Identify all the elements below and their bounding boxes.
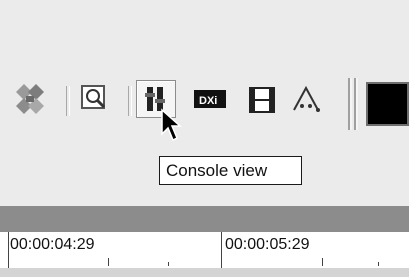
- ruler-major-tick: [8, 232, 9, 268]
- timeline-ruler[interactable]: 00:00:04:29 00:00:05:29: [0, 232, 409, 268]
- ruler-minor-tick: [108, 258, 109, 266]
- svg-text:DXi: DXi: [199, 95, 217, 107]
- ruler-minor-tick: [322, 258, 323, 266]
- triangle-envelope-icon[interactable]: [290, 80, 326, 118]
- film-icon[interactable]: [246, 80, 280, 118]
- zoom-icon[interactable]: [76, 80, 118, 118]
- tooltip-text: Console view: [166, 161, 268, 180]
- bottom-strip: [0, 268, 409, 277]
- effects-icon[interactable]: [12, 80, 54, 118]
- dxi-icon[interactable]: DXi: [190, 80, 232, 118]
- ruler-minor-tick: [378, 262, 379, 266]
- ruler-major-tick: [221, 232, 222, 268]
- track-header-bar: [0, 206, 409, 232]
- tooltip: Console view: [159, 156, 302, 185]
- timeline-label: 00:00:04:29: [10, 236, 95, 253]
- timeline-label: 00:00:05:29: [225, 236, 310, 253]
- toolbar-separator: [128, 86, 132, 116]
- ruler-minor-tick: [168, 262, 169, 266]
- toolbar-separator: [66, 86, 70, 116]
- toolbar-grip-handle[interactable]: [346, 78, 360, 130]
- mouse-pointer-icon: [161, 108, 182, 142]
- color-swatch[interactable]: [366, 82, 409, 126]
